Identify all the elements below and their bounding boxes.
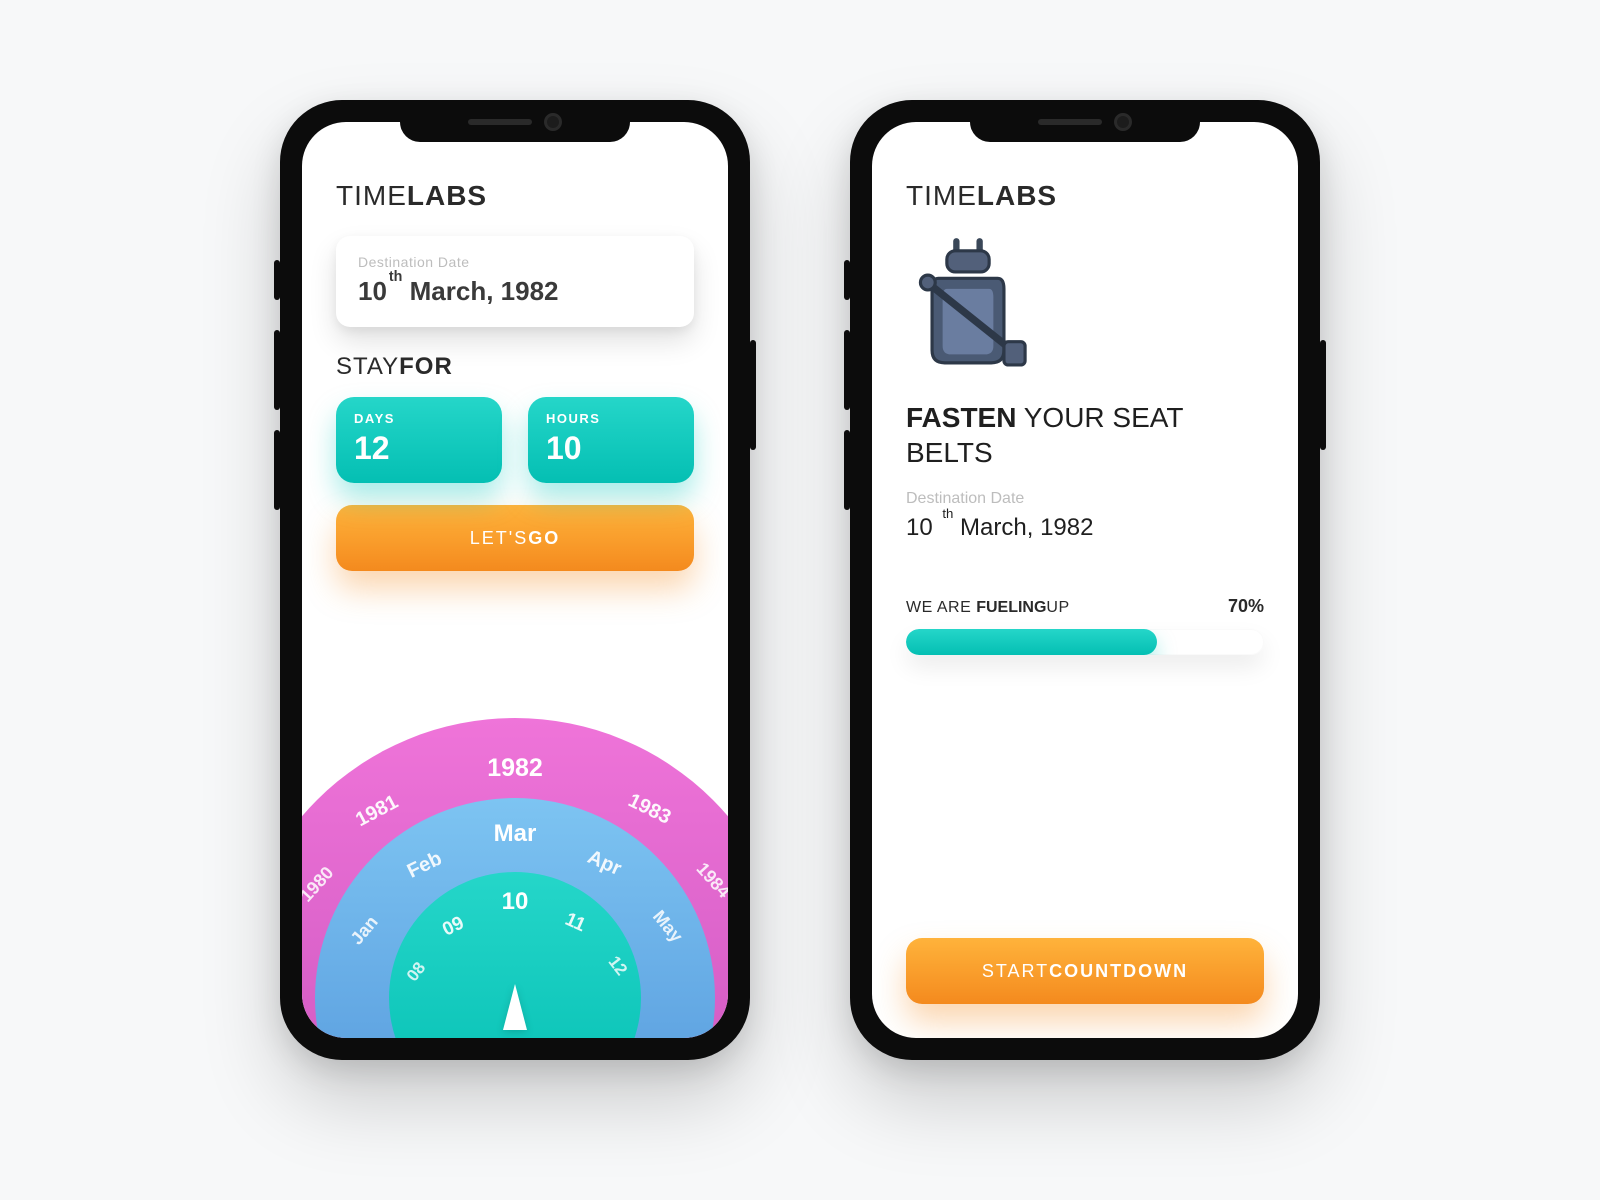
hours-value: 10: [546, 430, 676, 467]
fueling-progress-fill: [906, 629, 1157, 655]
days-chip[interactable]: DAYS 12: [336, 397, 502, 483]
brand-thin: TIME: [336, 180, 407, 211]
fueling-text: WE ARE FUELINGUP: [906, 599, 1070, 617]
hours-caption: HOURS: [546, 411, 676, 426]
screen-right: TIMELABS: [872, 122, 1298, 1038]
dial-year-selected[interactable]: 1982: [487, 754, 543, 783]
dial-day[interactable]: 08: [403, 958, 430, 985]
side-button: [750, 340, 756, 450]
dial-day-selected[interactable]: 10: [502, 888, 529, 916]
screen-left: TIMELABS Destination Date 10th March, 19…: [302, 122, 728, 1038]
side-button: [844, 330, 850, 410]
lets-go-button[interactable]: LET'SGO: [336, 505, 694, 571]
dial-day[interactable]: 12: [604, 952, 631, 979]
days-value: 12: [354, 430, 484, 467]
duration-row: DAYS 12 HOURS 10: [336, 397, 694, 483]
dial-year[interactable]: 1983: [624, 789, 674, 829]
fueling-progress: [906, 629, 1264, 655]
days-caption: DAYS: [354, 411, 484, 426]
hours-chip[interactable]: HOURS 10: [528, 397, 694, 483]
side-button: [1320, 340, 1326, 450]
notch-icon: [1038, 113, 1132, 131]
start-countdown-button[interactable]: STARTCOUNTDOWN: [906, 938, 1264, 1004]
side-button: [274, 260, 280, 300]
fueling-percent: 70%: [1228, 596, 1264, 617]
brand-bold: LABS: [407, 180, 487, 211]
dial-month[interactable]: Apr: [583, 846, 624, 881]
phone-frame-left: TIMELABS Destination Date 10th March, 19…: [280, 100, 750, 1060]
phone-frame-right: TIMELABS: [850, 100, 1320, 1060]
destination-date-value: 10 th March, 1982: [906, 514, 1264, 542]
dial-year[interactable]: 1980: [302, 863, 338, 907]
fasten-headline: FASTEN YOUR SEAT BELTS: [906, 400, 1264, 470]
dial-day[interactable]: 11: [561, 909, 588, 937]
destination-date-label: Destination Date: [358, 254, 672, 270]
side-button: [274, 330, 280, 410]
brand-thin: TIME: [906, 180, 977, 211]
dial-day[interactable]: 09: [439, 912, 468, 941]
destination-date-card[interactable]: Destination Date 10th March, 1982: [336, 236, 694, 327]
dial-month[interactable]: Feb: [404, 847, 446, 883]
destination-date-label: Destination Date: [906, 490, 1264, 508]
brand-wordmark: TIMELABS: [906, 180, 1264, 212]
side-button: [844, 430, 850, 510]
dial-needle-icon: [503, 984, 527, 1030]
seatbelt-icon: [904, 236, 1264, 384]
date-dial[interactable]: 1980 1981 1982 1983 1984 Jan Feb Mar Apr…: [302, 718, 728, 1038]
dial-year[interactable]: 1984: [692, 859, 728, 903]
side-button: [844, 260, 850, 300]
notch-icon: [468, 113, 562, 131]
dial-month-selected[interactable]: Mar: [494, 820, 537, 848]
brand-bold: LABS: [977, 180, 1057, 211]
dial-month[interactable]: May: [648, 906, 687, 946]
dial-year[interactable]: 1981: [352, 791, 402, 832]
stay-for-title: STAYFOR: [336, 353, 694, 381]
dial-month[interactable]: Jan: [346, 912, 382, 949]
fueling-status: WE ARE FUELINGUP 70%: [906, 596, 1264, 617]
brand-wordmark: TIMELABS: [336, 180, 694, 212]
destination-date-value: 10th March, 1982: [358, 276, 672, 307]
side-button: [274, 430, 280, 510]
